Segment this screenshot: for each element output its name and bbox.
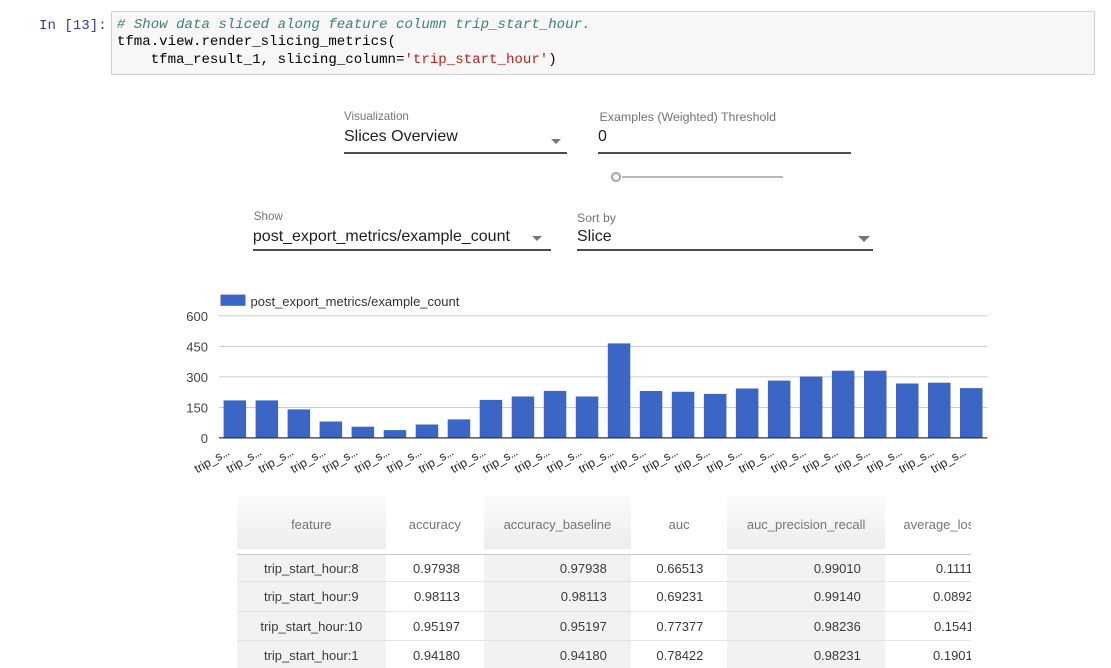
svg-text:trip_s...: trip_s...	[512, 445, 552, 476]
svg-text:450: 450	[186, 340, 208, 355]
svg-text:150: 150	[186, 401, 208, 416]
svg-text:600: 600	[186, 309, 208, 324]
svg-text:trip_s...: trip_s...	[224, 445, 264, 476]
svg-text:trip_s...: trip_s...	[192, 445, 232, 476]
svg-text:trip_s...: trip_s...	[672, 445, 712, 476]
svg-text:trip_s...: trip_s...	[320, 445, 360, 476]
svg-text:trip_s...: trip_s...	[736, 445, 776, 476]
svg-text:trip_s...: trip_s...	[800, 445, 840, 476]
svg-text:trip_s...: trip_s...	[384, 445, 424, 476]
svg-text:trip_s...: trip_s...	[832, 445, 872, 476]
svg-text:0: 0	[201, 431, 208, 446]
svg-text:trip_s...: trip_s...	[288, 445, 328, 476]
svg-text:trip_s...: trip_s...	[576, 445, 616, 476]
svg-text:trip_s...: trip_s...	[608, 445, 648, 476]
svg-text:trip_s...: trip_s...	[480, 445, 520, 476]
svg-text:300: 300	[186, 370, 208, 385]
svg-text:trip_s...: trip_s...	[768, 445, 808, 476]
svg-text:trip_s...: trip_s...	[864, 445, 904, 476]
svg-text:trip_s...: trip_s...	[416, 445, 456, 476]
svg-text:trip_s...: trip_s...	[896, 445, 936, 476]
svg-text:trip_s...: trip_s...	[256, 445, 296, 476]
svg-text:post_export_metrics/example_co: post_export_metrics/example_count	[251, 294, 460, 309]
svg-text:trip_s...: trip_s...	[704, 445, 744, 476]
svg-text:trip_s...: trip_s...	[352, 445, 392, 476]
svg-text:trip_s...: trip_s...	[544, 445, 584, 476]
svg-text:trip_s...: trip_s...	[640, 445, 680, 476]
svg-text:trip_s...: trip_s...	[928, 445, 968, 476]
svg-text:trip_s...: trip_s...	[448, 445, 488, 476]
